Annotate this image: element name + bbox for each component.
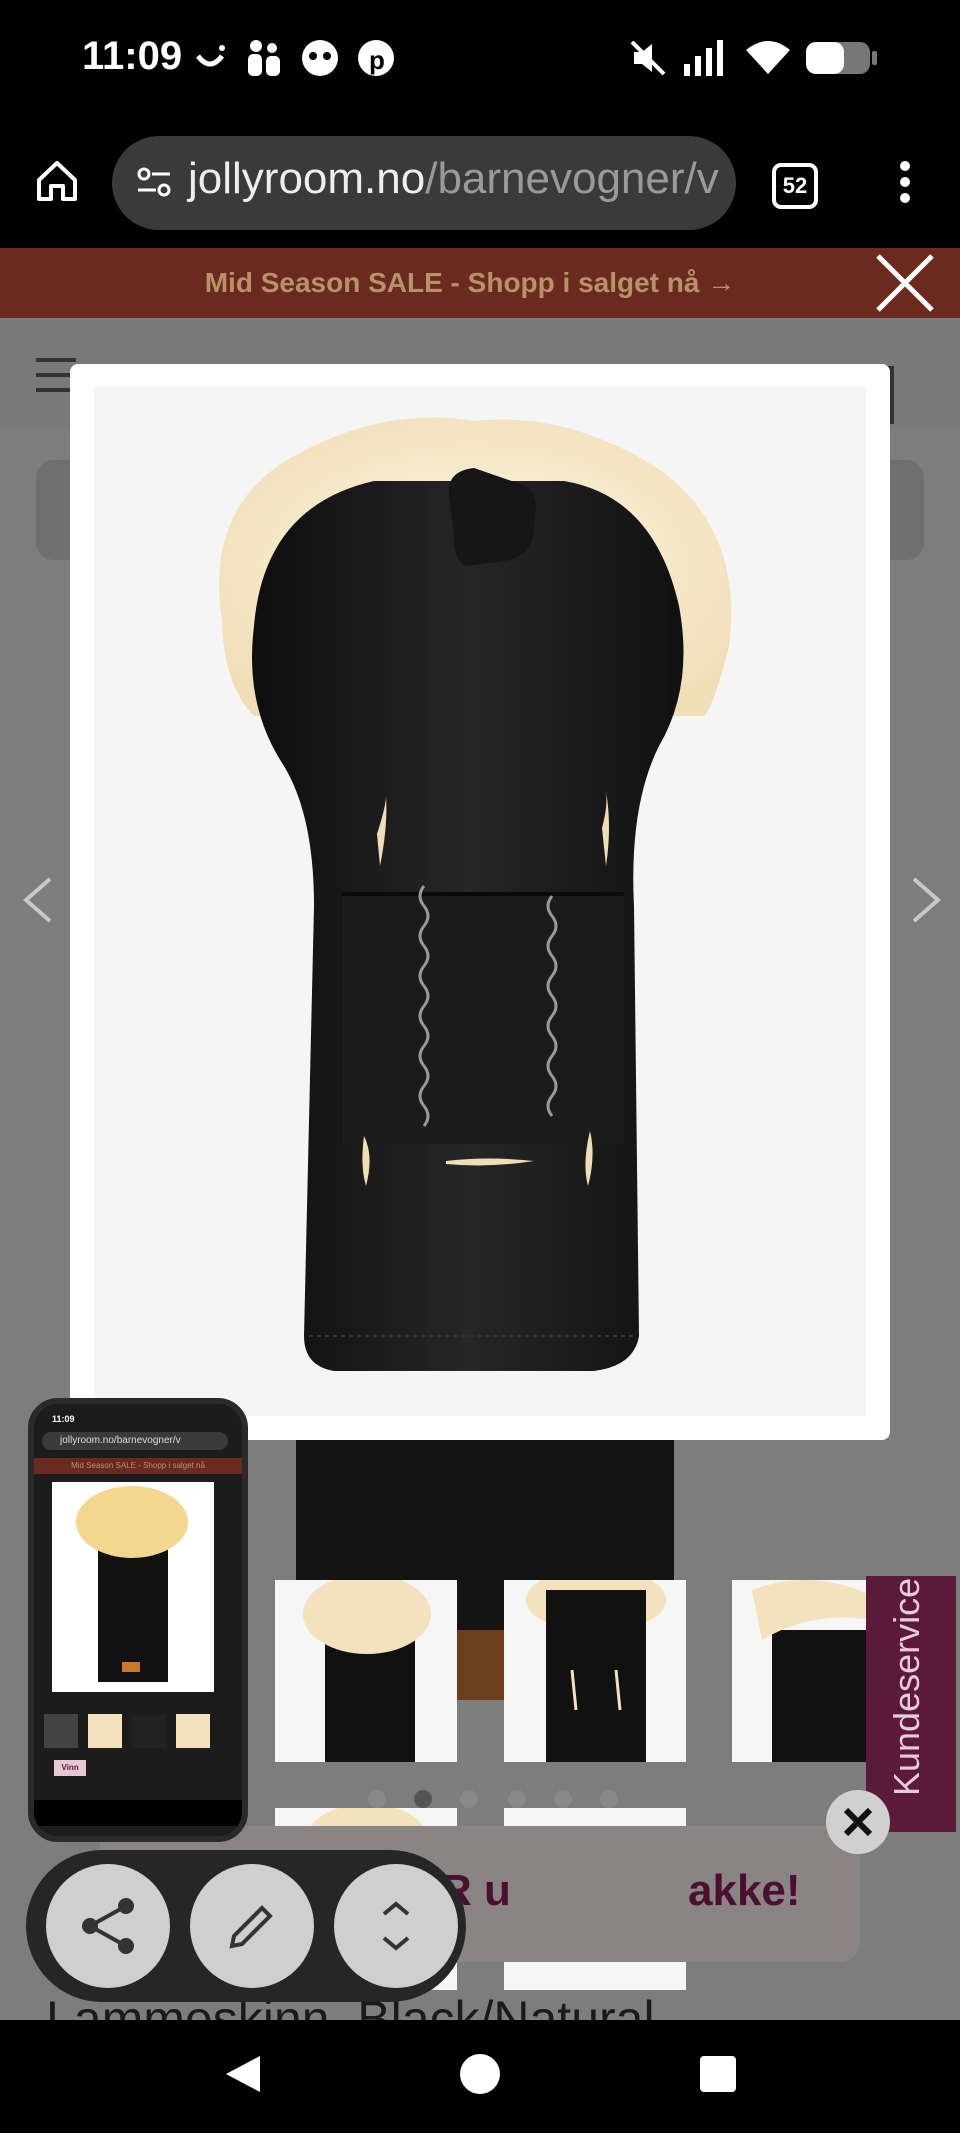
- carousel-dot[interactable]: [508, 1790, 526, 1808]
- expand-capture-button[interactable]: [334, 1864, 458, 1988]
- url-path: /barnevogner/v: [425, 154, 719, 203]
- preview-footmuff-image: [76, 1486, 188, 1682]
- wifi-icon: [746, 41, 790, 74]
- previous-image-arrow-icon[interactable]: [14, 875, 64, 925]
- customer-service-label: Kundeservice: [886, 1577, 927, 1796]
- share-icon: [82, 1898, 134, 1954]
- modal-close-icon[interactable]: [872, 250, 938, 316]
- pinterest-icon: p: [358, 40, 394, 76]
- address-bar[interactable]: jollyroom.no/barnevogner/v: [112, 136, 736, 230]
- url-host: jollyroom.no: [188, 154, 426, 203]
- main-product-image: [94, 386, 866, 1416]
- battery-icon: [806, 42, 877, 74]
- image-modal: [70, 364, 890, 1440]
- home-icon[interactable]: [34, 158, 80, 204]
- close-icon: [843, 1807, 873, 1837]
- carousel-dot[interactable]: [600, 1790, 618, 1808]
- preview-thumb: [44, 1714, 78, 1748]
- carousel-dot[interactable]: [368, 1790, 386, 1808]
- smile-icon: [196, 45, 225, 67]
- screenshot-actions: [26, 1850, 466, 2002]
- back-icon[interactable]: [220, 2052, 264, 2096]
- gamepad-icon: [302, 40, 338, 76]
- people-icon: [248, 40, 280, 76]
- preview-image-frame: [52, 1482, 214, 1692]
- preview-thumb: [176, 1714, 210, 1748]
- preview-time: 11:09: [52, 1414, 75, 1424]
- thumbnail-fur-top[interactable]: [275, 1580, 457, 1762]
- thumbnail-image: [303, 1580, 431, 1762]
- svg-text:p: p: [369, 45, 385, 75]
- site-settings-icon[interactable]: [134, 162, 174, 202]
- thumbnail-back-view[interactable]: [504, 1580, 686, 1762]
- url-text: jollyroom.no/barnevogner/v: [188, 154, 719, 204]
- preview-thumb: [132, 1714, 166, 1748]
- carousel-dot[interactable]: [460, 1790, 478, 1808]
- pencil-icon: [229, 1905, 273, 1949]
- promo-close-button[interactable]: [826, 1790, 890, 1854]
- status-bar: 11:09 p: [0, 0, 960, 120]
- preview-thumb: [88, 1714, 122, 1748]
- screenshot-preview[interactable]: 11:09 jollyroom.no/barnevogner/v Mid Sea…: [28, 1398, 248, 1842]
- share-button[interactable]: [46, 1864, 170, 1988]
- preview-nav: [34, 1800, 242, 1826]
- footmuff-illustration: [219, 417, 732, 1371]
- thumbnail-image: [526, 1580, 666, 1762]
- home-nav-icon[interactable]: [458, 2052, 502, 2096]
- preview-url: jollyroom.no/barnevogner/v: [42, 1432, 228, 1450]
- mute-icon: [630, 40, 666, 76]
- status-time: 11:09: [82, 34, 183, 78]
- more-menu-icon[interactable]: [895, 160, 915, 204]
- tabs-button[interactable]: 52: [772, 163, 818, 209]
- preview-tag: Vinn: [54, 1760, 86, 1776]
- expand-vertical-icon: [382, 1901, 410, 1951]
- recents-icon[interactable]: [698, 2054, 738, 2094]
- next-image-arrow-icon[interactable]: [900, 875, 950, 925]
- carousel-dot[interactable]: [554, 1790, 572, 1808]
- promo-text-right: akke!: [688, 1866, 801, 1915]
- sale-banner-text[interactable]: Mid Season SALE - Shopp i salget nå →: [0, 267, 940, 299]
- sale-banner[interactable]: Mid Season SALE - Shopp i salget nå →: [0, 248, 960, 318]
- system-nav-bar: [0, 2020, 960, 2133]
- carousel-dot-active[interactable]: [414, 1790, 432, 1808]
- signal-icon: [684, 40, 723, 76]
- preview-banner: Mid Season SALE - Shopp i salget nå: [34, 1458, 242, 1474]
- edit-button[interactable]: [190, 1864, 314, 1988]
